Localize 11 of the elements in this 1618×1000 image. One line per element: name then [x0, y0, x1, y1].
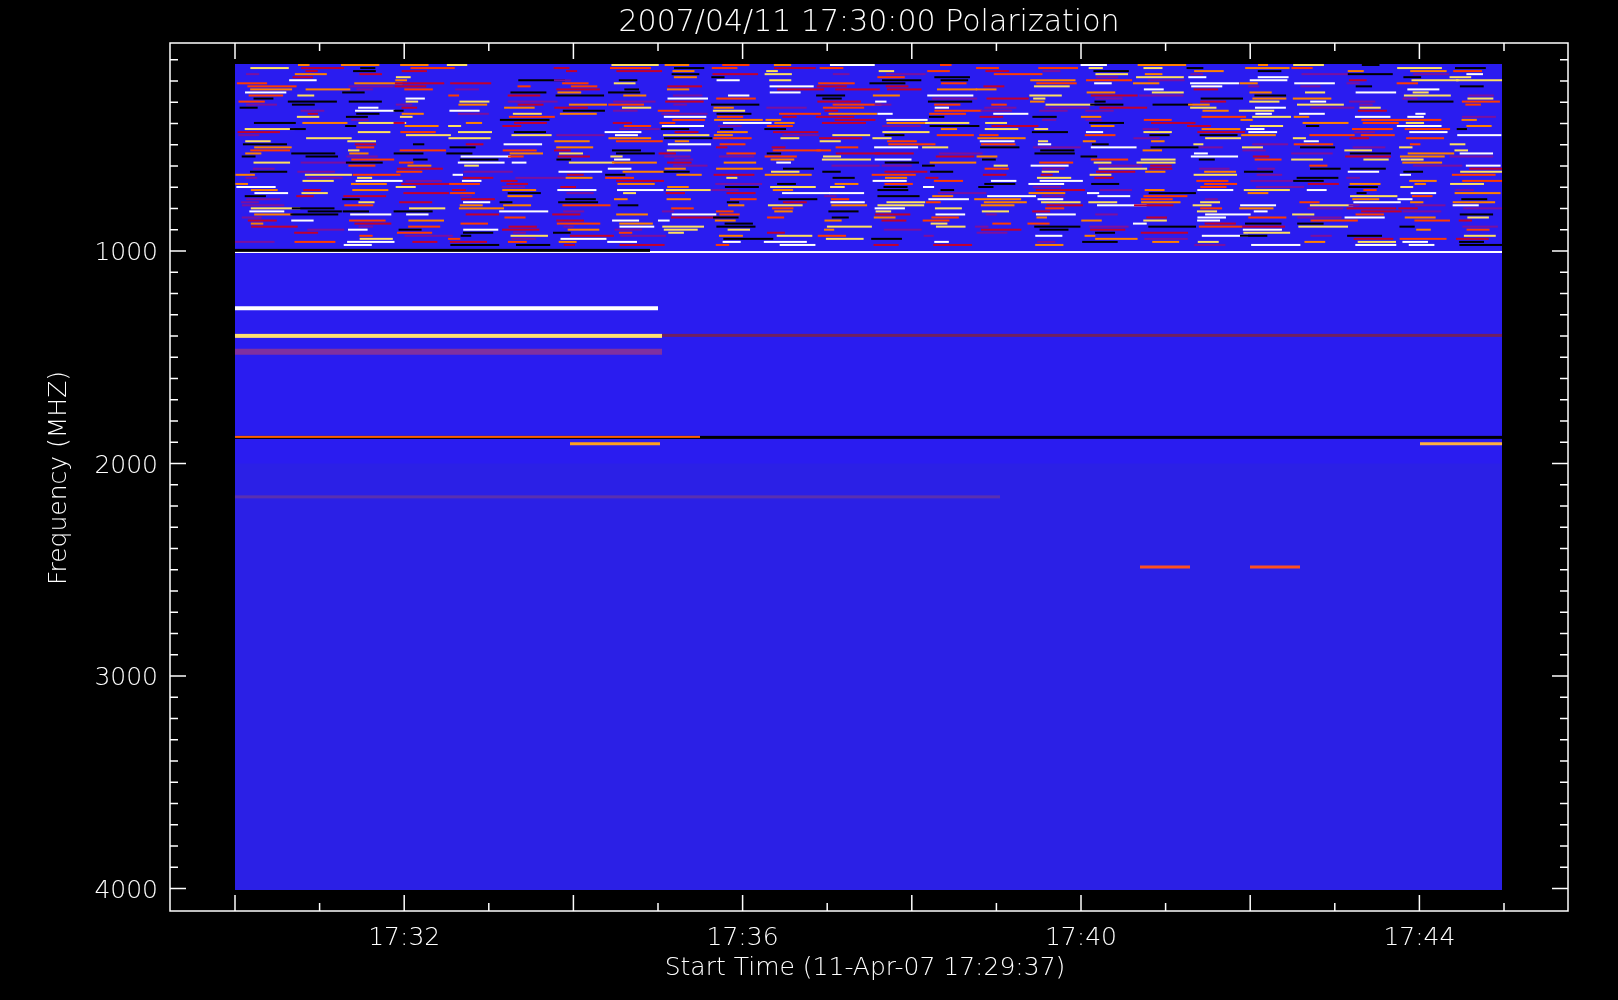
- y-tick-label: 4000: [94, 874, 158, 904]
- y-tick-label: 1000: [94, 237, 158, 266]
- x-tick-label: 17:44: [1383, 922, 1456, 951]
- x-tick-label: 17:32: [368, 922, 441, 951]
- x-tick-label: 17:40: [1045, 922, 1117, 951]
- x-tick-label: 17:36: [706, 922, 779, 951]
- x-axis-title: Start Time (11-Apr-07 17:29:37): [664, 952, 1066, 981]
- y-tick-label: 2000: [94, 449, 158, 479]
- y-axis-title: Frequency (MHZ): [43, 370, 72, 586]
- chart-title: 2007/04/11 17:30:00 Polarization: [618, 3, 1120, 38]
- y-tick-label: 3000: [94, 662, 158, 691]
